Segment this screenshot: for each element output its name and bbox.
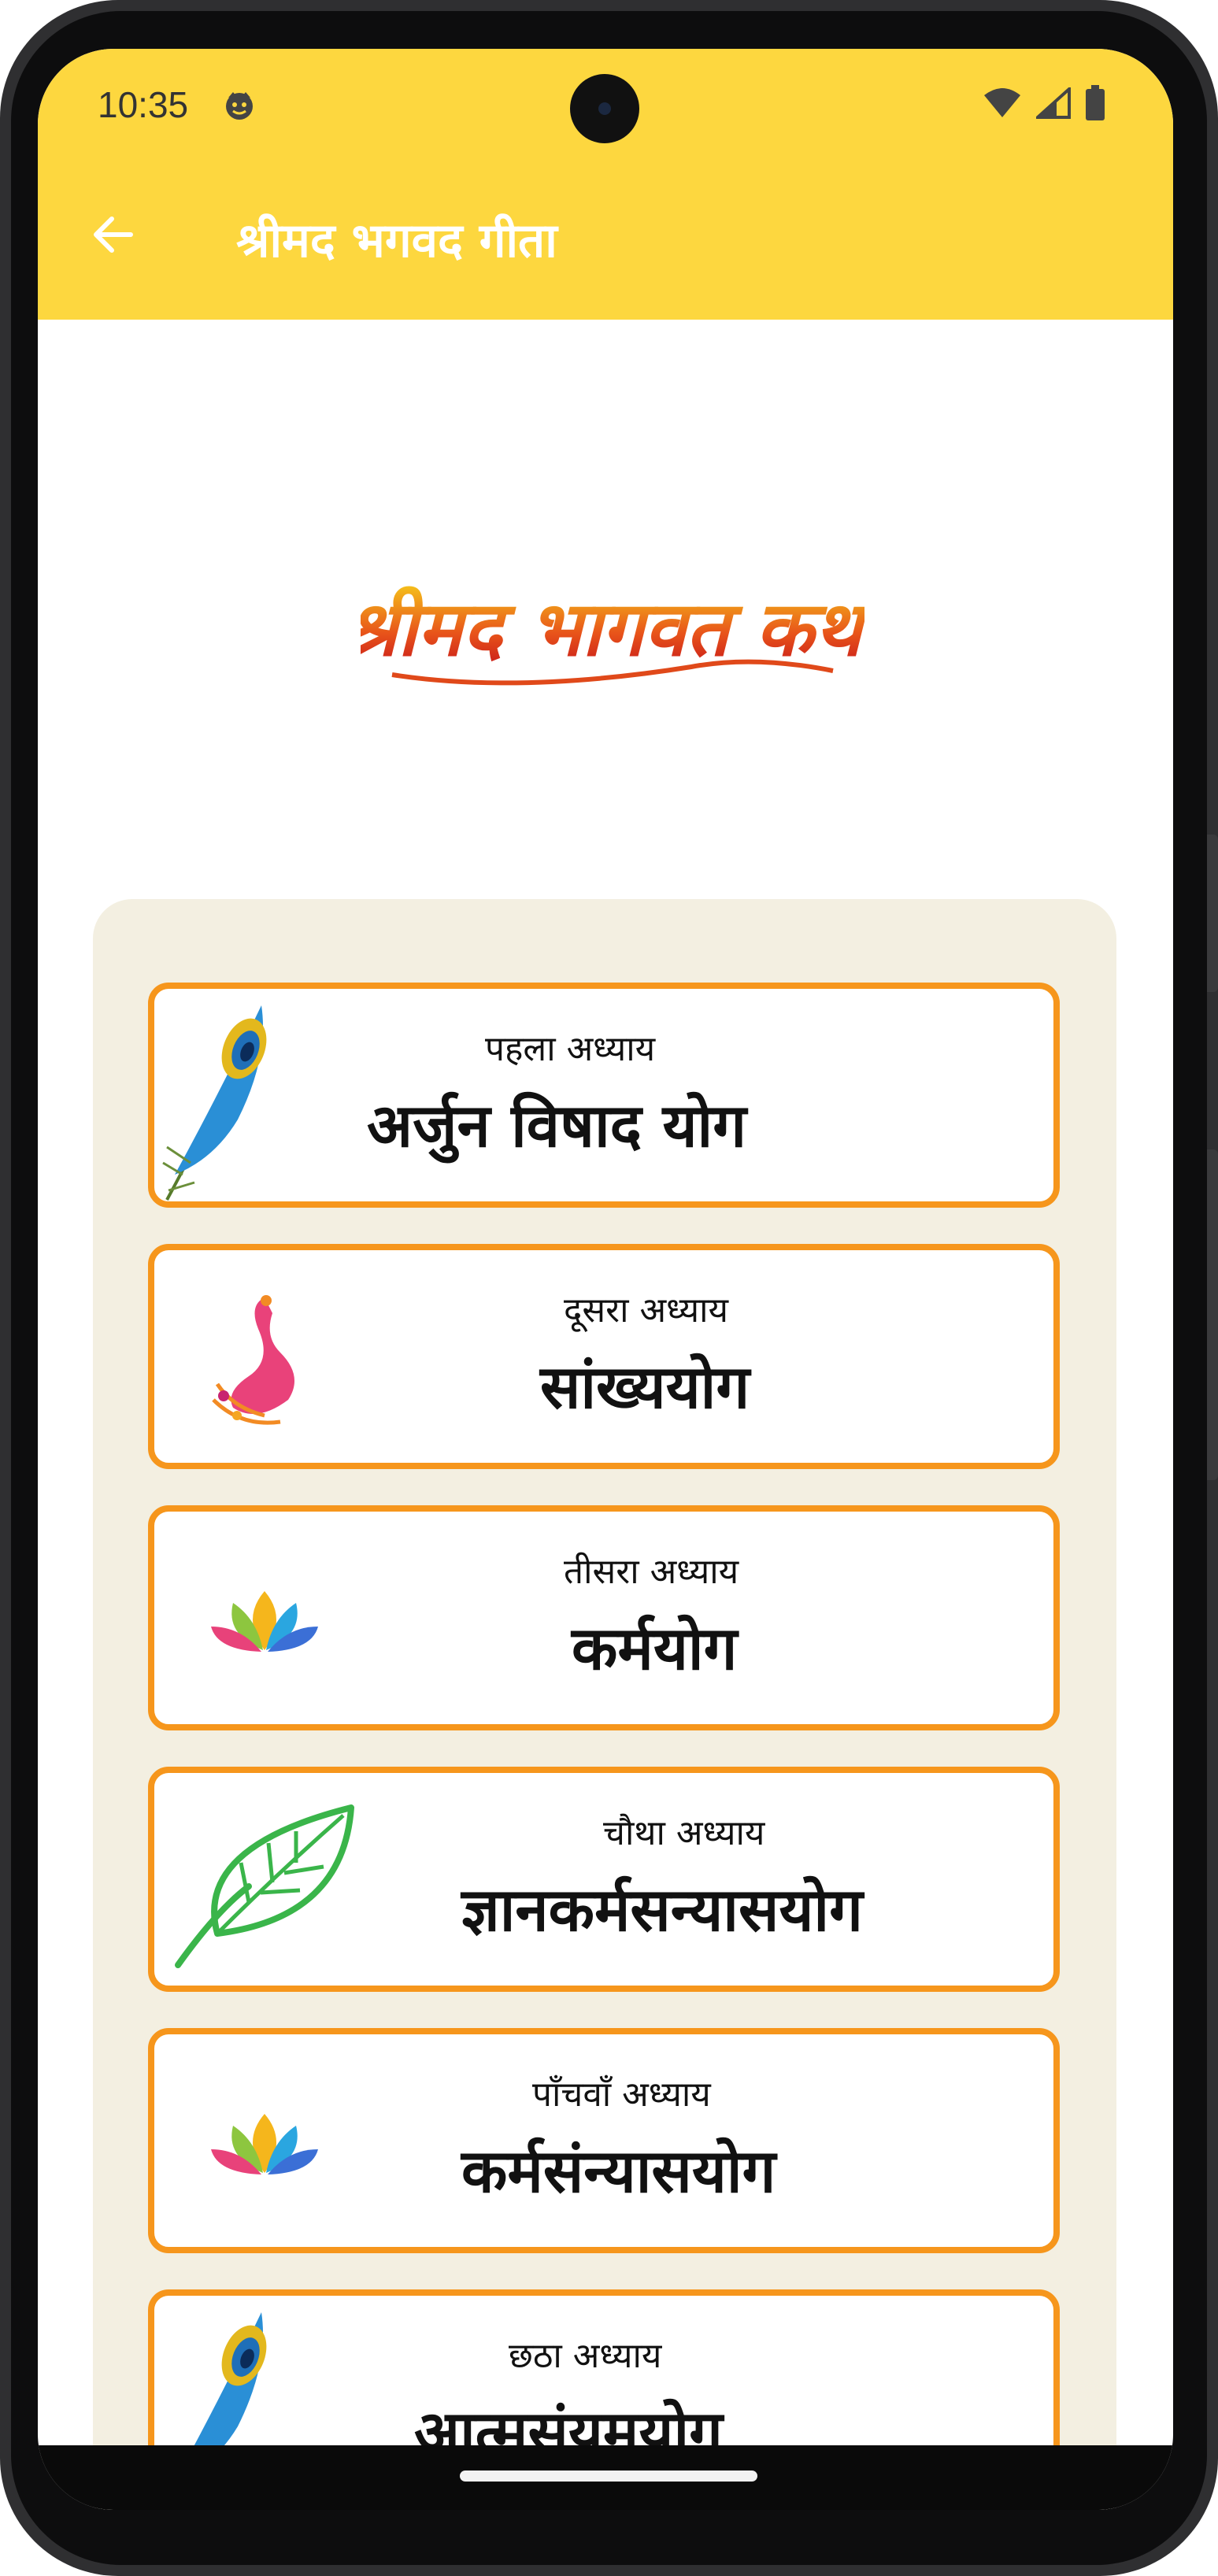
screen: 10:35 श्रीमद भगवद गीता श्रीमद भागवत कथा … <box>38 49 1173 2510</box>
peacock-feather-icon <box>162 1005 267 1201</box>
chapter-card-2[interactable]: दूसरा अध्याय सांख्ययोग <box>148 1244 1060 1469</box>
volume-button <box>1207 835 1218 992</box>
chapter-name: ज्ञानकर्मसन्यासयोग <box>461 1875 863 1945</box>
chapter-name: सांख्ययोग <box>540 1352 750 1422</box>
leaf-icon <box>175 1804 354 1968</box>
chapter-number-label: छठा अध्याय <box>509 2336 662 2376</box>
chapter-card-5[interactable]: पाँचवाँ अध्याय कर्मसंन्यासयोग <box>148 2028 1060 2253</box>
status-time: 10:35 <box>98 84 189 125</box>
signal-icon <box>1036 87 1071 119</box>
chapter-name: कर्मयोग <box>572 1613 738 1683</box>
chapter-number-label: पहला अध्याय <box>485 1029 656 1069</box>
gesture-handle[interactable] <box>460 2471 757 2482</box>
chapter-card-1[interactable]: पहला अध्याय अर्जुन विषाद योग <box>148 983 1060 1208</box>
logo-text: श्रीमद भागवत कथा <box>361 584 864 673</box>
chapter-card-3[interactable]: तीसरा अध्याय कर्मयोग <box>148 1505 1060 1730</box>
chapter-number-label: तीसरा अध्याय <box>564 1552 739 1592</box>
shrimad-bhagwat-katha-logo: श्रीमद भागवत कथा <box>361 584 864 686</box>
chapter-card-4[interactable]: चौथा अध्याय ज्ञानकर्मसन्यासयोग <box>148 1767 1060 1992</box>
battery-icon <box>1086 85 1105 120</box>
power-button <box>1207 1149 1218 1480</box>
status-icons <box>983 85 1105 121</box>
app-bar: 10:35 श्रीमद भगवद गीता <box>38 49 1173 320</box>
chapter-name: अर्जुन विषाद योग <box>367 1090 747 1160</box>
peacock-icon <box>212 1295 294 1425</box>
front-camera <box>570 74 639 143</box>
notification-face-icon <box>226 92 253 120</box>
chapter-number-label: पाँचवाँ अध्याय <box>532 2074 711 2115</box>
back-arrow-icon[interactable] <box>90 211 137 258</box>
lotus-icon <box>211 2114 318 2174</box>
wifi-icon <box>984 88 1020 117</box>
lotus-icon <box>211 1591 318 1652</box>
page-title: श्रीमद भगवद गीता <box>236 213 557 268</box>
chapter-number-label: चौथा अध्याय <box>603 1813 765 1853</box>
chapter-name: कर्मसंन्यासयोग <box>461 2136 776 2206</box>
chapter-number-label: दूसरा अध्याय <box>564 1290 729 1331</box>
